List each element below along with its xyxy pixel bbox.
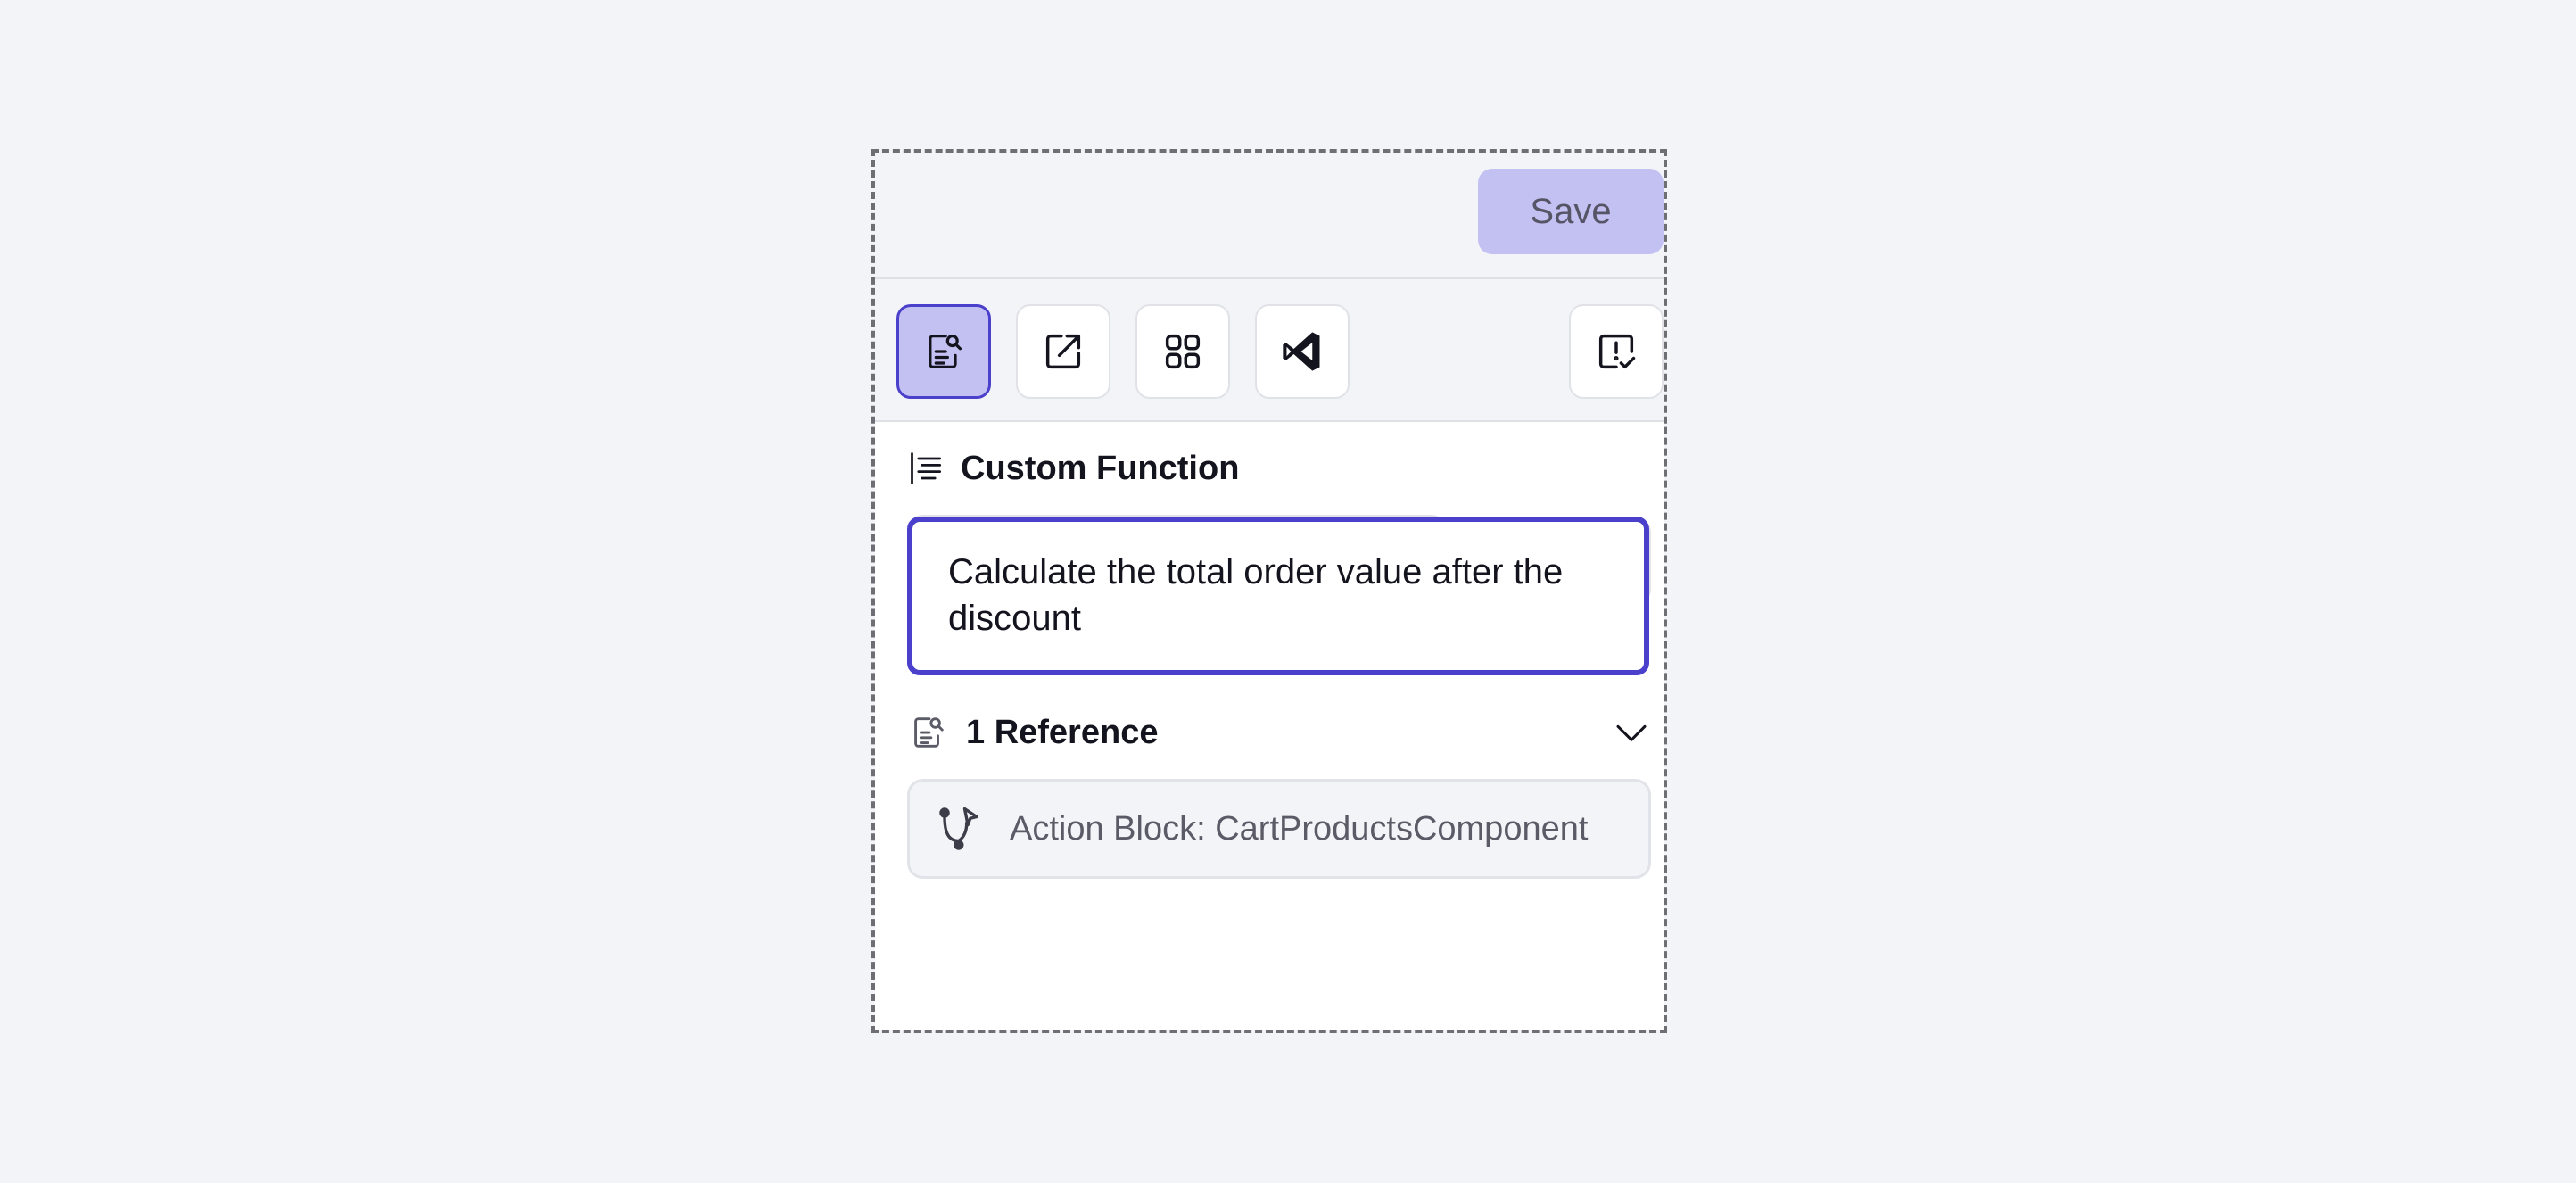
section-title: Custom Function: [961, 449, 1240, 487]
references-count: 1 Reference: [966, 713, 1159, 751]
open-external-icon: [1045, 334, 1081, 369]
save-button[interactable]: Save: [1478, 169, 1664, 254]
references-tab-button[interactable]: [896, 304, 991, 399]
function-description-input[interactable]: Calculate the total order value after th…: [907, 517, 1649, 675]
section-header: Custom Function: [907, 447, 1239, 490]
reference-item-label: Action Block: CartProductsComponent: [1010, 809, 1589, 848]
grid-icon: [1165, 334, 1201, 369]
references-search-icon: [914, 717, 944, 748]
reference-item[interactable]: Action Block: CartProductsComponent: [907, 779, 1651, 879]
validation-button[interactable]: [1569, 304, 1664, 399]
panel-toolbar: [875, 279, 1664, 422]
grid-view-button[interactable]: [1135, 304, 1230, 399]
open-external-button[interactable]: [1016, 304, 1110, 399]
custom-function-panel: Save Custom Function calculateTotalWithC…: [871, 149, 1667, 1033]
references-search-icon: [929, 335, 962, 368]
function-details: Custom Function Calculate the total orde…: [875, 422, 1664, 1030]
references-toggle[interactable]: 1 Reference: [907, 706, 1649, 759]
vscode-icon: [1283, 332, 1320, 371]
chevron-down-icon: [1616, 724, 1647, 741]
panel-header: Save: [875, 153, 1664, 279]
vscode-button[interactable]: [1255, 304, 1350, 399]
text-align-icon: [911, 452, 942, 484]
validation-check-icon: [1598, 334, 1636, 369]
action-flow-icon: [939, 807, 978, 850]
